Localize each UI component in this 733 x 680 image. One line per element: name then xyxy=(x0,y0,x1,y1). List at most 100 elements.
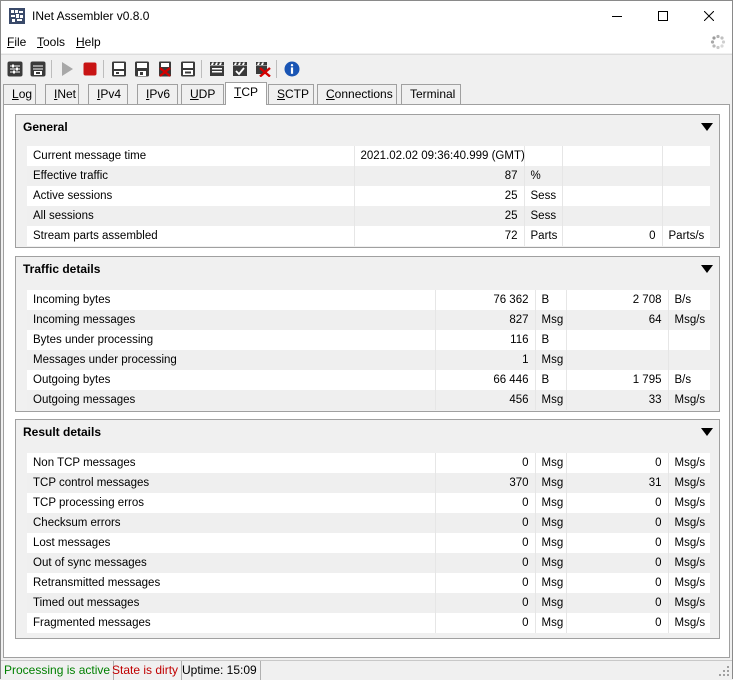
toolbar xyxy=(1,54,732,82)
table-row: Bytes under processing 116 B xyxy=(27,330,710,350)
table-row: Non TCP messages 0 Msg 0 Msg/s xyxy=(27,453,710,473)
row-label: Fragmented messages xyxy=(27,613,436,633)
menu-tools[interactable]: Tools xyxy=(37,35,65,49)
tab-sctp[interactable]: SCTP xyxy=(268,84,314,104)
menu-file[interactable]: File xyxy=(7,35,26,49)
row-rate: 0 xyxy=(566,613,669,633)
row-unit: Msg xyxy=(535,593,567,613)
row-value: 0 xyxy=(435,573,536,593)
row-label: Current message time xyxy=(27,146,355,166)
traffic-panel-header[interactable]: Traffic details xyxy=(16,257,719,283)
row-value: 370 xyxy=(435,473,536,493)
tab-tcp[interactable]: TCP xyxy=(225,82,267,105)
row-value: 0 xyxy=(435,593,536,613)
tab-ipv4[interactable]: IPv4 xyxy=(88,84,128,104)
app-logo-icon xyxy=(9,8,25,24)
row-rate: 0 xyxy=(566,533,669,553)
general-panel: General Current message time 2021.02.02 0… xyxy=(15,114,720,248)
save-button[interactable] xyxy=(132,59,152,79)
row-rate xyxy=(562,146,663,166)
app-window: INet Assembler v0.8.0 File Tools Help Lo… xyxy=(0,0,733,680)
row-rate: 0 xyxy=(566,513,669,533)
clapper-check-button[interactable] xyxy=(230,59,250,79)
row-rate xyxy=(562,186,663,206)
table-row: Messages under processing 1 Msg xyxy=(27,350,710,370)
window-title: INet Assembler v0.8.0 xyxy=(32,9,150,23)
result-panel-header[interactable]: Result details xyxy=(16,420,719,446)
row-value: 116 xyxy=(435,330,536,350)
menu-help[interactable]: Help xyxy=(76,35,101,49)
minimize-button[interactable] xyxy=(594,1,640,31)
clapper-icon xyxy=(210,62,224,76)
row-rate-unit: B/s xyxy=(668,370,710,390)
row-value: 0 xyxy=(435,613,536,633)
toolbar-separator xyxy=(201,60,202,78)
row-rate: 0 xyxy=(562,226,663,246)
processing-status: Processing is active xyxy=(1,661,115,680)
row-value: 0 xyxy=(435,553,536,573)
load-button[interactable] xyxy=(109,59,129,79)
collapse-triangle-icon[interactable] xyxy=(701,428,713,436)
about-button[interactable] xyxy=(282,59,302,79)
tab-connections[interactable]: Connections xyxy=(317,84,397,104)
table-row: Incoming bytes 76 362 B 2 708 B/s xyxy=(27,290,710,310)
maximize-button[interactable] xyxy=(640,1,686,31)
clear-button[interactable] xyxy=(155,59,175,79)
row-rate-unit: Msg/s xyxy=(668,453,710,473)
general-table: Current message time 2021.02.02 09:36:40.… xyxy=(27,146,710,246)
load-settings-button[interactable] xyxy=(5,59,25,79)
close-button[interactable] xyxy=(686,1,732,31)
row-rate-unit: Msg/s xyxy=(668,473,710,493)
row-rate-unit xyxy=(662,146,710,166)
row-unit: B xyxy=(535,290,567,310)
export-button[interactable] xyxy=(178,59,198,79)
stop-icon xyxy=(83,62,97,76)
row-unit: Msg xyxy=(535,310,567,330)
row-rate-unit: Parts/s xyxy=(662,226,710,246)
table-row: Effective traffic 87% xyxy=(27,166,710,186)
tab-inet[interactable]: INet xyxy=(45,84,79,104)
row-rate-unit: Msg/s xyxy=(668,553,710,573)
row-label: Incoming messages xyxy=(27,310,436,330)
row-rate: 0 xyxy=(566,553,669,573)
tab-udp[interactable]: UDP xyxy=(181,84,224,104)
row-rate-unit xyxy=(662,206,710,226)
table-row: Fragmented messages 0 Msg 0 Msg/s xyxy=(27,613,710,633)
start-button[interactable] xyxy=(57,59,77,79)
tab-ipv6[interactable]: IPv6 xyxy=(137,84,178,104)
resize-grip-icon[interactable] xyxy=(718,665,730,677)
stop-button[interactable] xyxy=(80,59,100,79)
row-label: Active sessions xyxy=(27,186,355,206)
row-label: TCP processing erros xyxy=(27,493,436,513)
collapse-triangle-icon[interactable] xyxy=(701,123,713,131)
export-icon xyxy=(181,61,195,77)
load-settings-icon xyxy=(7,61,23,77)
row-value: 0 xyxy=(435,513,536,533)
table-row: Incoming messages 827 Msg 64 Msg/s xyxy=(27,310,710,330)
clapper-button[interactable] xyxy=(207,59,227,79)
row-unit: B xyxy=(535,330,567,350)
row-unit: Msg xyxy=(535,533,567,553)
row-unit: Msg xyxy=(535,613,567,633)
row-rate: 2 708 xyxy=(566,290,669,310)
row-label: TCP control messages xyxy=(27,473,436,493)
collapse-triangle-icon[interactable] xyxy=(701,265,713,273)
row-unit: Msg xyxy=(535,390,567,410)
row-label: Outgoing messages xyxy=(27,390,436,410)
tab-terminal[interactable]: Terminal xyxy=(401,84,461,104)
row-label: Non TCP messages xyxy=(27,453,436,473)
info-icon xyxy=(284,61,300,77)
row-label: All sessions xyxy=(27,206,355,226)
clapper-clear-button[interactable] xyxy=(253,59,273,79)
row-label: Timed out messages xyxy=(27,593,436,613)
clapper-clear-icon xyxy=(256,62,271,77)
save-icon xyxy=(135,61,149,77)
row-rate-unit: B/s xyxy=(668,290,710,310)
general-panel-header[interactable]: General xyxy=(16,115,719,141)
row-rate: 0 xyxy=(566,453,669,473)
row-rate: 0 xyxy=(566,593,669,613)
row-value: 25 xyxy=(354,186,525,206)
save-settings-button[interactable] xyxy=(28,59,48,79)
tab-log[interactable]: Log xyxy=(3,84,36,104)
row-rate-unit xyxy=(662,166,710,186)
